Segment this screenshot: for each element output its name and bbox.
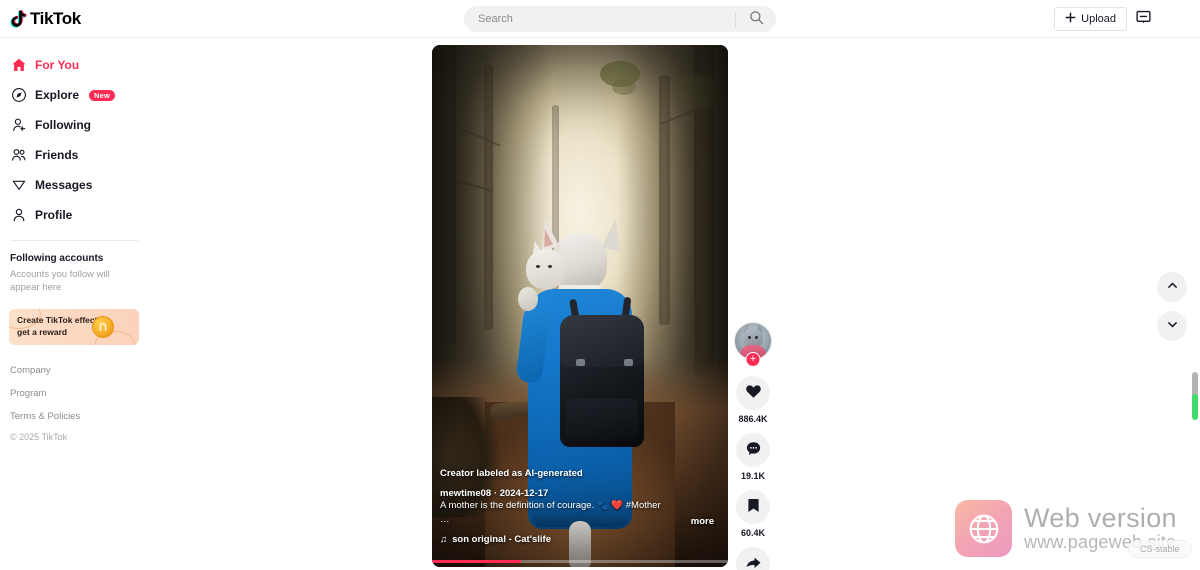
kitten-eye [548, 265, 552, 268]
chevron-down-icon [1166, 318, 1179, 334]
share-arrow-icon [745, 554, 762, 570]
sidebar-item-following[interactable]: Following [0, 110, 148, 140]
top-header: TikTok Upload [0, 0, 1200, 38]
footer-link-company[interactable]: Company [10, 359, 138, 382]
upload-button[interactable]: Upload [1054, 7, 1127, 31]
sidebar-label: Friends [35, 148, 79, 162]
video-progress-fill [432, 560, 521, 563]
logo-wordmark: TikTok [30, 8, 81, 28]
author-username: mewtime08 [440, 488, 492, 499]
search-icon [749, 10, 764, 28]
like-count: 886.4K [738, 414, 768, 424]
message-bubble-icon [1135, 9, 1152, 29]
like-button[interactable] [736, 376, 770, 410]
video-date: 2024-12-17 [499, 488, 549, 499]
new-badge: New [89, 89, 116, 101]
home-icon [10, 57, 27, 74]
tiktok-logo[interactable]: TikTok [9, 9, 81, 29]
share-button[interactable] [736, 547, 770, 570]
backpack-buckle [624, 359, 633, 366]
cat-ear-right [601, 217, 628, 252]
upload-label: Upload [1081, 13, 1116, 25]
backpack-pocket [566, 399, 638, 441]
follow-button[interactable]: + [745, 352, 761, 367]
footer-link-program[interactable]: Program [10, 382, 138, 405]
scrollbar-indicator [1192, 394, 1198, 420]
avatar-eye [748, 336, 751, 339]
bookmark-button[interactable] [736, 490, 770, 524]
author-avatar-wrapper[interactable]: + [734, 322, 772, 367]
video-stage: Creator labeled as AI-generated mewtime0… [432, 45, 728, 567]
music-note-icon: ♫ [440, 534, 448, 545]
footer-link-terms[interactable]: Terms & Policies [10, 405, 138, 428]
sidebar-label: Following [35, 118, 91, 132]
users-icon [10, 147, 27, 164]
sidebar-label: For You [35, 58, 80, 72]
music-title: son original - Cat'slife [452, 534, 551, 545]
bookmark-action: 60.4K [734, 490, 772, 538]
comment-icon [745, 440, 762, 460]
video-action-rail: + 886.4K 19.1K 60.4K [734, 322, 772, 570]
chevron-up-icon [1166, 279, 1179, 295]
share-action: 118.9K [734, 547, 772, 570]
kitten-head [526, 249, 566, 289]
video-caption: A mother is the definition of courage. 🐾… [440, 500, 661, 526]
backpack-buckle [576, 359, 585, 366]
sidebar-item-profile[interactable]: Profile [0, 200, 148, 230]
comment-button[interactable] [736, 433, 770, 467]
next-video-button[interactable] [1157, 311, 1187, 341]
watermark-title: Web version [1024, 502, 1177, 533]
cat-hand [518, 287, 538, 311]
kitten-eye [536, 265, 540, 268]
bookmark-icon [746, 497, 761, 517]
author-separator: · [493, 488, 498, 499]
search-input[interactable] [464, 13, 735, 25]
previous-video-button[interactable] [1157, 272, 1187, 302]
user-follow-icon [10, 117, 27, 134]
ai-generated-label: Creator labeled as AI-generated [440, 468, 583, 479]
video-progress-bar[interactable] [432, 560, 728, 563]
plus-icon [1065, 12, 1076, 26]
comment-action: 19.1K [734, 433, 772, 481]
sidebar-item-for-you[interactable]: For You [0, 50, 148, 80]
video-music-row[interactable]: ♫ son original - Cat'slife [440, 534, 551, 545]
sidebar-footer: Company Program Terms & Policies © 2025 … [0, 345, 148, 442]
video-player[interactable]: Creator labeled as AI-generated mewtime0… [432, 45, 728, 567]
sidebar-label: Explore [35, 88, 80, 102]
user-icon [10, 207, 27, 224]
following-accounts-title: Following accounts [10, 253, 104, 264]
left-sidebar: For You Explore New Following Friends Me… [0, 38, 148, 570]
sidebar-item-messages[interactable]: Messages [0, 170, 148, 200]
sidebar-label: Profile [35, 208, 73, 222]
search-button[interactable] [736, 6, 776, 32]
sidebar-item-friends[interactable]: Friends [0, 140, 148, 170]
page-scrollbar[interactable] [1190, 0, 1199, 570]
video-author-line[interactable]: mewtime08 · 2024-12-17 [440, 488, 548, 499]
watermark-pill-badge: CS-stable [1128, 540, 1192, 558]
reward-coin-icon [92, 315, 114, 338]
inbox-icon [10, 177, 27, 194]
caption-more-link[interactable]: more [691, 516, 714, 527]
search-bar[interactable] [464, 6, 776, 32]
sidebar-label: Messages [35, 178, 93, 192]
compass-icon [10, 87, 27, 104]
copyright-text: © 2025 TikTok [10, 431, 68, 442]
sidebar-item-explore[interactable]: Explore New [0, 80, 148, 110]
messages-button[interactable] [1132, 8, 1154, 30]
like-action: 886.4K [734, 376, 772, 424]
globe-icon [955, 500, 1012, 557]
effects-promo-banner[interactable]: Create TikTok effects, get a reward [9, 308, 139, 345]
avatar-eye [755, 336, 758, 339]
bookmark-count: 60.4K [740, 528, 766, 538]
comment-count: 19.1K [740, 471, 766, 481]
following-accounts-subtitle: Accounts you follow will appear here [10, 269, 110, 293]
music-note-icon [9, 9, 27, 29]
heart-icon [745, 383, 762, 403]
